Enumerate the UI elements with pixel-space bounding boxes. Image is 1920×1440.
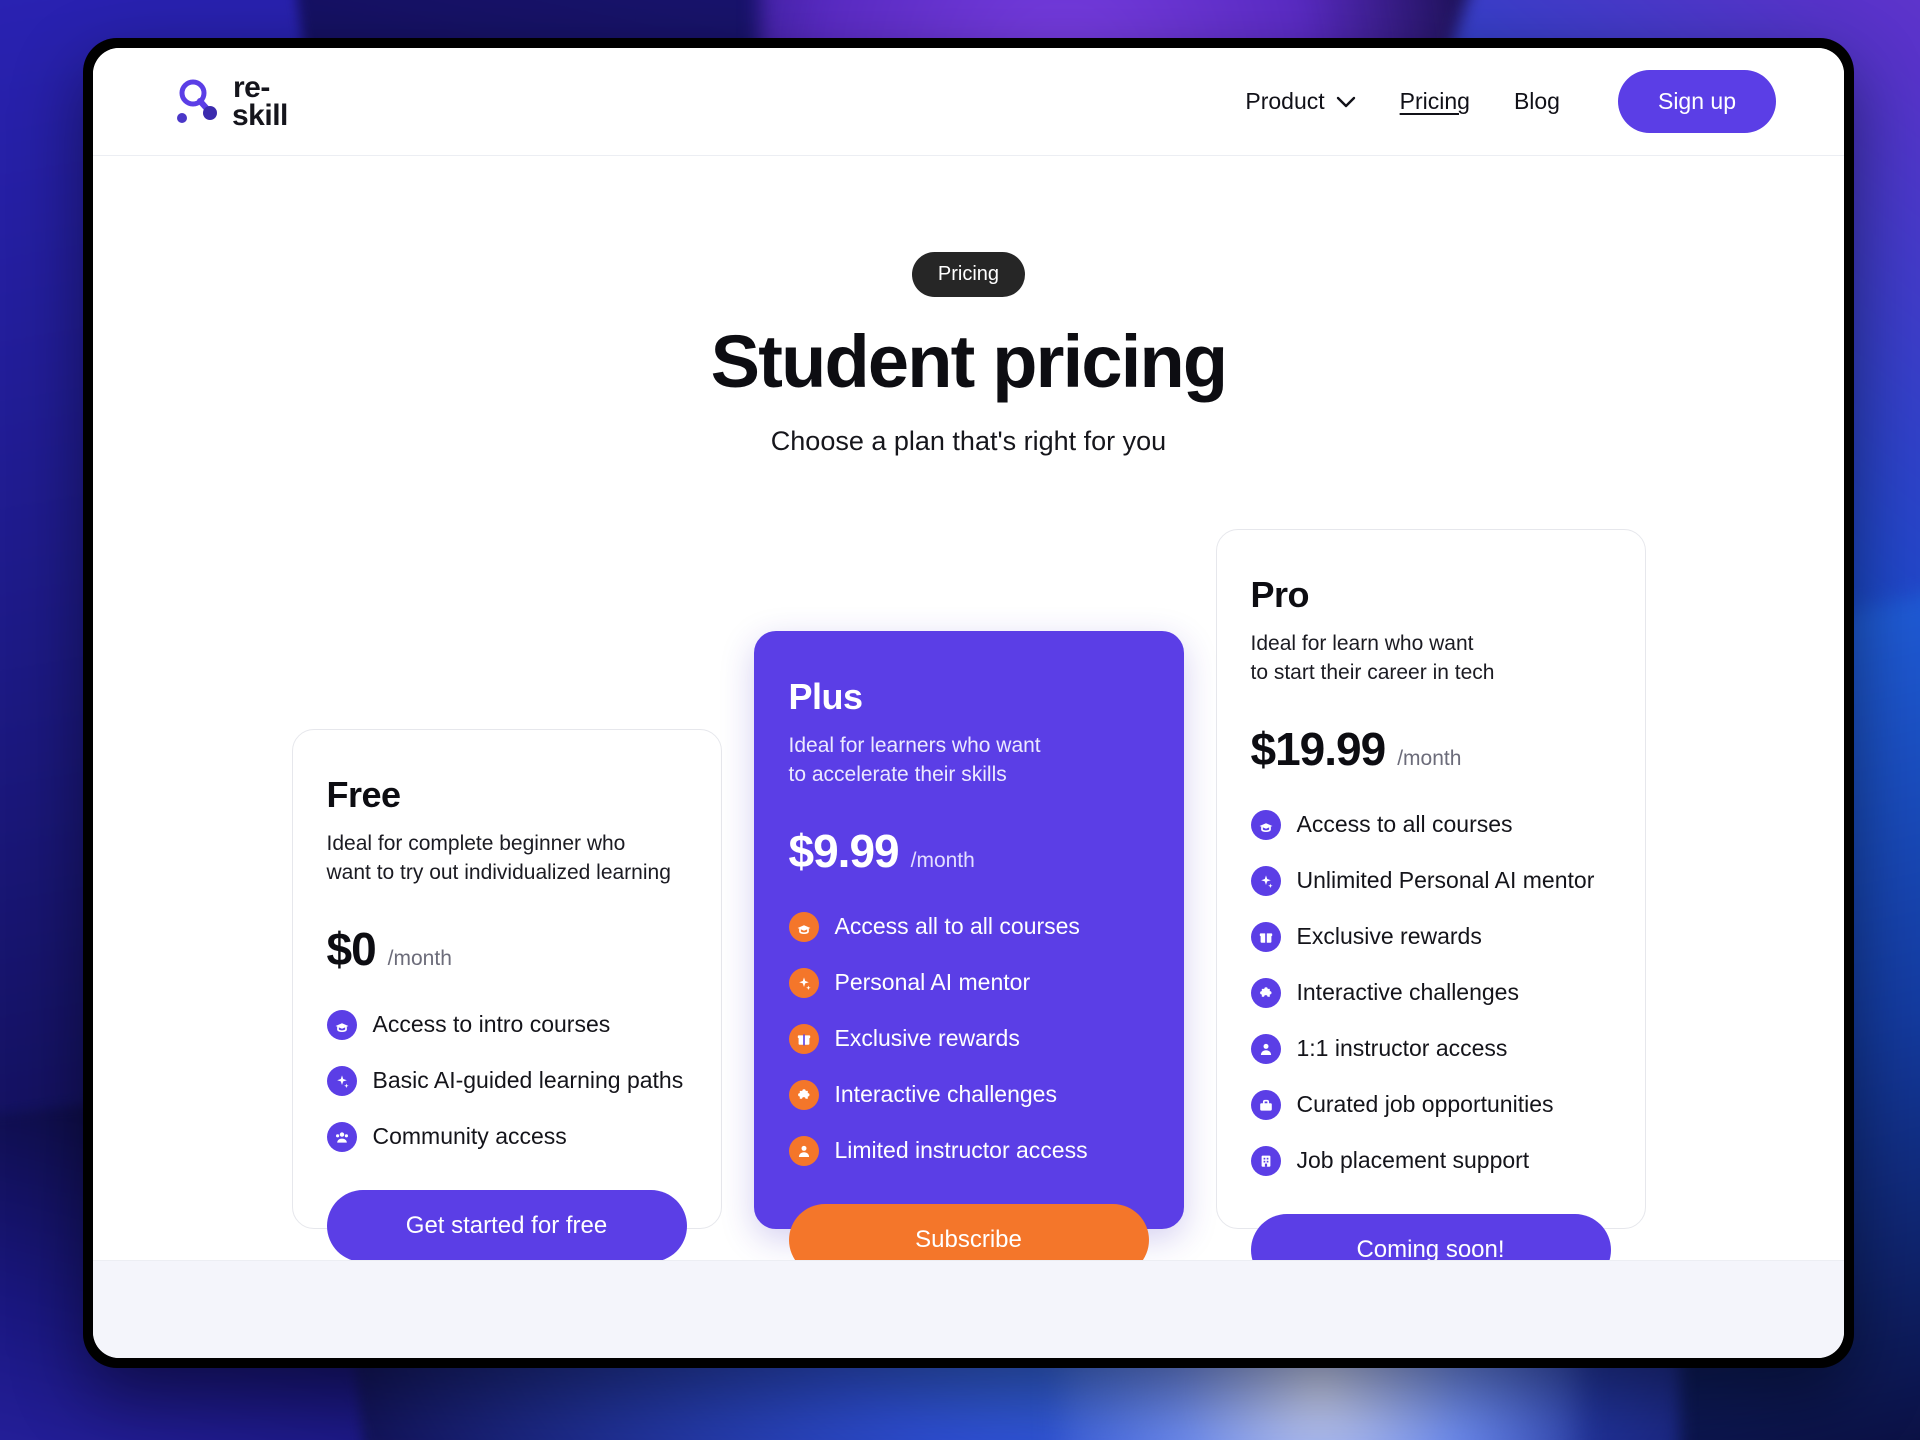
puzzle-icon <box>1250 977 1281 1008</box>
plan-feature: Access to intro courses <box>326 1009 687 1040</box>
plan-price-amount: $19.99 <box>1250 722 1387 775</box>
pricing-badge: Pricing <box>911 252 1026 297</box>
brand-logo[interactable]: re- skill <box>171 70 288 132</box>
reskill-magnifier-icon <box>171 76 223 128</box>
brand-wordmark: re- skill <box>232 70 288 132</box>
plan-description: Ideal for learn who want to start their … <box>1250 632 1495 684</box>
plan-price-period: /month <box>387 946 452 970</box>
plan-feature-label: Basic AI-guided learning paths <box>372 1067 684 1094</box>
plan-feature-label: Curated job opportunities <box>1296 1091 1554 1118</box>
plan-name: Free <box>326 774 402 815</box>
sparkles-icon <box>788 967 819 998</box>
building-icon <box>1250 1145 1281 1176</box>
nav-item-pricing-label: Pricing <box>1399 88 1470 114</box>
brand-wordmark-line2: skill <box>232 98 288 132</box>
hero-section: Pricing Student pricing Choose a plan th… <box>93 156 1844 457</box>
chevron-down-icon <box>1336 88 1356 115</box>
briefcase-icon <box>1250 1089 1281 1120</box>
person-icon <box>1250 1033 1281 1064</box>
plan-feature: Access all to all courses <box>788 911 1149 942</box>
device-bezel: re- skill Product Pricing Blog Sign up P… <box>83 38 1854 1368</box>
plan-feature: Curated job opportunities <box>1250 1089 1611 1120</box>
plan-feature-label: Exclusive rewards <box>1296 923 1482 950</box>
signup-button[interactable]: Sign up <box>1617 70 1776 133</box>
graduation-cap-icon <box>788 911 819 942</box>
nav-item-product-label: Product <box>1245 88 1325 114</box>
nav-item-blog[interactable]: Blog <box>1514 88 1560 115</box>
plan-feature: Interactive challenges <box>1250 977 1611 1008</box>
plan-feature: Exclusive rewards <box>1250 921 1611 952</box>
plan-feature: Personal AI mentor <box>788 967 1149 998</box>
plan-feature: Access to all courses <box>1250 809 1611 840</box>
plan-cta-free[interactable]: Get started for free <box>326 1189 687 1262</box>
plan-price-amount: $9.99 <box>788 824 900 877</box>
plan-feature-label: Interactive challenges <box>834 1081 1057 1108</box>
plan-feature-list: Access to all courses Unlimited Personal … <box>1250 809 1611 1176</box>
plan-price-amount: $0 <box>326 922 377 975</box>
main-navigation: Product Pricing Blog Sign up <box>1245 70 1776 133</box>
gift-icon <box>1250 921 1281 952</box>
hero-subtitle: Choose a plan that's right for you <box>770 426 1167 456</box>
site-header: re- skill Product Pricing Blog Sign up <box>93 48 1844 156</box>
plan-name: Plus <box>788 676 864 717</box>
pricing-plans: Free Ideal for complete beginner who want… <box>93 457 1844 1286</box>
people-icon <box>326 1121 357 1152</box>
puzzle-icon <box>788 1079 819 1110</box>
plan-price: $9.99/month <box>789 824 1149 878</box>
person-icon <box>788 1135 819 1166</box>
plan-feature: Job placement support <box>1250 1145 1611 1176</box>
plan-feature-label: Access to intro courses <box>372 1011 611 1038</box>
plan-feature-label: Interactive challenges <box>1296 979 1519 1006</box>
plan-feature: Limited instructor access <box>788 1135 1149 1166</box>
plan-feature-list: Access to intro courses Basic AI-guided l… <box>326 1009 687 1152</box>
plan-feature: Unlimited Personal AI mentor <box>1250 865 1611 896</box>
brand-wordmark-line1: re- <box>233 70 270 104</box>
plan-feature-label: Exclusive rewards <box>834 1025 1020 1052</box>
plan-feature: Exclusive rewards <box>788 1023 1149 1054</box>
plan-feature: Community access <box>326 1121 687 1152</box>
sparkles-icon <box>1250 865 1281 896</box>
plan-feature-label: Limited instructor access <box>834 1137 1088 1164</box>
plan-feature: Basic AI-guided learning paths <box>326 1065 687 1096</box>
plan-feature-label: Personal AI mentor <box>834 969 1031 996</box>
plan-feature: Interactive challenges <box>788 1079 1149 1110</box>
plan-feature-label: Unlimited Personal AI mentor <box>1296 867 1595 894</box>
plan-feature-label: Community access <box>372 1123 567 1150</box>
plan-feature-label: Access to all courses <box>1296 811 1513 838</box>
plan-price-period: /month <box>1397 746 1462 770</box>
page-title: Student pricing <box>710 320 1228 403</box>
graduation-cap-icon <box>1250 809 1281 840</box>
graduation-cap-icon <box>326 1009 357 1040</box>
browser-viewport: re- skill Product Pricing Blog Sign up P… <box>93 48 1844 1358</box>
gift-icon <box>788 1023 819 1054</box>
footer-strip <box>93 1260 1844 1358</box>
sparkles-icon <box>326 1065 357 1096</box>
nav-item-pricing[interactable]: Pricing <box>1400 88 1470 115</box>
plan-feature-list: Access all to all courses Personal AI men… <box>788 911 1149 1166</box>
plan-card-pro: Pro Ideal for learn who want to start the… <box>1215 529 1646 1286</box>
nav-item-blog-label: Blog <box>1513 88 1560 114</box>
plan-price: $0/month <box>327 922 687 976</box>
plan-description: Ideal for complete beginner who want to … <box>326 832 671 884</box>
plan-feature-label: Access all to all courses <box>834 913 1080 940</box>
plan-description: Ideal for learners who want to accelerat… <box>788 734 1041 786</box>
plan-feature: 1:1 instructor access <box>1250 1033 1611 1064</box>
plan-feature-label: Job placement support <box>1296 1147 1530 1174</box>
plan-feature-label: 1:1 instructor access <box>1296 1035 1508 1062</box>
plan-price: $19.99/month <box>1251 722 1611 776</box>
plan-price-period: /month <box>910 848 975 872</box>
plan-card-free: Free Ideal for complete beginner who want… <box>291 729 722 1262</box>
plan-name: Pro <box>1250 574 1310 615</box>
nav-item-product[interactable]: Product <box>1245 88 1355 115</box>
plan-card-plus: Plus Ideal for learners who want to accel… <box>753 631 1184 1276</box>
